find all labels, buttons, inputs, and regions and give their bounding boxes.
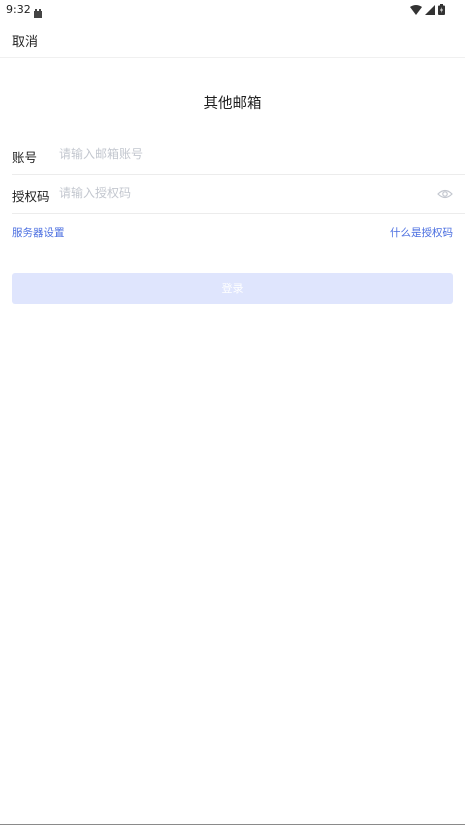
- status-time: 9:32: [6, 3, 31, 16]
- app-notification-icon: [33, 4, 43, 18]
- account-label: 账号: [12, 150, 38, 165]
- screen: 9:32 取消 其他邮箱 账号 请输入邮箱账号 授权码 服务器设置 什么是授权码…: [0, 0, 465, 827]
- auth-code-row: 授权码: [12, 174, 465, 214]
- status-bar: 9:32: [0, 0, 465, 20]
- cellular-signal-icon: [425, 4, 435, 15]
- auth-code-label: 授权码: [12, 189, 50, 204]
- eye-icon[interactable]: [437, 186, 453, 200]
- account-row: 账号: [12, 135, 465, 175]
- login-button[interactable]: 登录: [12, 273, 453, 304]
- battery-icon: [438, 4, 445, 15]
- nav-bar: 取消: [0, 20, 465, 58]
- cancel-button[interactable]: 取消: [12, 31, 38, 50]
- account-input[interactable]: [59, 143, 419, 165]
- what-is-auth-code-link[interactable]: 什么是授权码: [390, 225, 453, 240]
- auth-code-input[interactable]: [59, 182, 419, 204]
- wifi-icon: [410, 4, 422, 15]
- page-title: 其他邮箱: [203, 96, 262, 112]
- bottom-divider: [0, 824, 465, 825]
- server-settings-link[interactable]: 服务器设置: [12, 225, 65, 240]
- status-icons: [410, 3, 445, 16]
